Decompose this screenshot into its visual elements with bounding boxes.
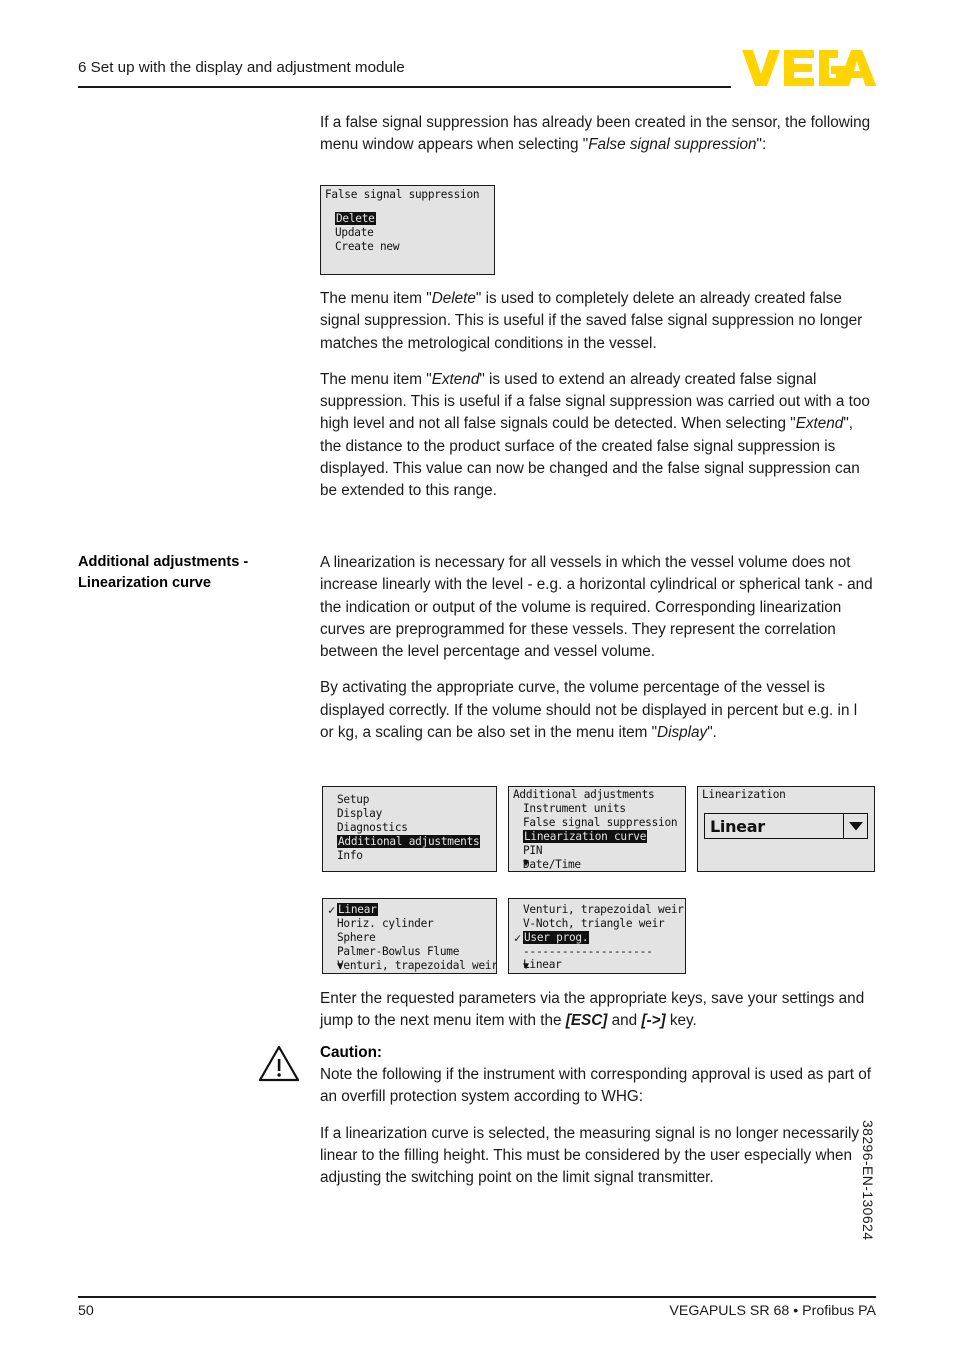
margin-heading-line-1: Additional adjustments - bbox=[78, 554, 249, 570]
paragraph-linearization-warning: If a linearization curve is selected, th… bbox=[320, 1124, 860, 1187]
product-name: VEGAPULS SR 68 • Profibus PA bbox=[669, 1303, 876, 1319]
lcd-menu-item-linearization-curve[interactable]: Linearization curve bbox=[509, 830, 685, 844]
caution-title: Caution: bbox=[320, 1044, 383, 1061]
lcd-menu-item-venturi-trapezoidal-weir[interactable]: Venturi, trapezoidal weir bbox=[323, 959, 496, 973]
paragraph-delete-emphasis: Delete bbox=[431, 290, 476, 307]
paragraph-enter-b: key. bbox=[665, 1012, 697, 1030]
paragraph-scaling-emphasis: Display bbox=[657, 724, 708, 742]
chapter-title: 6 Set up with the display and adjustment… bbox=[78, 59, 405, 76]
margin-heading-line-2: Linearization curve bbox=[78, 574, 212, 591]
document-code: 38296-EN-130624 bbox=[860, 1120, 876, 1241]
paragraph-scaling-a: By activating the appropriate curve, the… bbox=[320, 679, 858, 742]
main-text-column-3: A linearization is necessary for all ves… bbox=[320, 552, 874, 758]
footer-divider bbox=[78, 1296, 876, 1298]
lcd-menu-item-horiz-cylinder[interactable]: Horiz. cylinder bbox=[323, 917, 496, 931]
paragraph-extend-emphasis-1: Extend bbox=[431, 370, 480, 388]
paragraph-enter-parameters: Enter the requested parameters via the a… bbox=[320, 988, 874, 1033]
key-esc-label: [ESC] bbox=[565, 1012, 608, 1030]
main-text-column-2: The menu item "Delete" is used to comple… bbox=[320, 288, 874, 517]
margin-heading: Additional adjustments - Linearization c… bbox=[78, 552, 306, 593]
lcd-menu-item-diagnostics[interactable]: Diagnostics bbox=[323, 821, 496, 835]
lcd-menu-item-false-signal-suppression[interactable]: False signal suppression bbox=[509, 816, 685, 830]
lcd-menu-item-delete[interactable]: Delete bbox=[321, 212, 494, 226]
paragraph-linearization: A linearization is necessary for all ves… bbox=[320, 554, 873, 661]
paragraph-intro: If a false signal suppression has alread… bbox=[320, 112, 874, 157]
lcd-menu-item-label: Additional adjustments bbox=[337, 835, 481, 849]
lcd-menu-item-label: User prog. bbox=[523, 931, 590, 945]
paragraph-scaling-b: ". bbox=[707, 724, 717, 742]
checkmark-icon: ✓ bbox=[328, 903, 335, 917]
lcd-menu-item-setup[interactable]: Setup bbox=[323, 793, 496, 807]
lcd-curve-list-page-1: ✓ Linear Horiz. cylinder Sphere Palmer-Bo… bbox=[322, 898, 497, 974]
paragraph-extend-a: The menu item " bbox=[320, 370, 432, 388]
key-right-arrow-label: [->] bbox=[641, 1012, 666, 1030]
paragraph-extend: The menu item "Extend" is used to extend… bbox=[320, 369, 874, 503]
scroll-down-icon[interactable]: ▼ bbox=[337, 962, 343, 972]
lcd-menu-item-label: Linear bbox=[337, 903, 378, 916]
caution-block: Caution: Note the following if the instr… bbox=[320, 1042, 874, 1203]
lcd-title: False signal suppression bbox=[325, 188, 480, 201]
lcd-menu-item-update[interactable]: Update bbox=[321, 226, 494, 240]
warning-triangle-icon bbox=[258, 1045, 300, 1082]
lcd-spacer bbox=[321, 202, 494, 212]
lcd-separator: -------------------- bbox=[523, 945, 653, 959]
scroll-down-icon[interactable]: ▼ bbox=[523, 962, 529, 972]
lcd-title: Linearization bbox=[702, 788, 786, 801]
paragraph-delete-a: The menu item " bbox=[320, 290, 432, 307]
lcd-menu-item-v-notch-triangle-weir[interactable]: V-Notch, triangle weir bbox=[509, 917, 685, 931]
vega-logo bbox=[742, 50, 877, 86]
lcd-linearization: Linearization Linear bbox=[697, 786, 875, 872]
linearization-dropdown-value: Linear bbox=[710, 816, 765, 836]
lcd-false-signal-suppression: False signal suppression Delete Update C… bbox=[320, 185, 495, 275]
main-text-column: If a false signal suppression has alread… bbox=[320, 112, 874, 171]
lcd-menu-item-sphere[interactable]: Sphere bbox=[323, 931, 496, 945]
header-divider bbox=[78, 86, 731, 88]
lcd-menu-item-linear[interactable]: ✓ Linear bbox=[323, 903, 496, 917]
lcd-menu-item-info[interactable]: Info bbox=[323, 849, 496, 863]
scroll-down-icon[interactable]: ▼ bbox=[523, 859, 529, 869]
paragraph-delete: The menu item "Delete" is used to comple… bbox=[320, 288, 874, 355]
paragraph-whg-note: Note the following if the instrument wit… bbox=[320, 1066, 871, 1106]
lcd-menu-item-create-new[interactable]: Create new bbox=[321, 240, 494, 254]
paragraph-enter-mid: and bbox=[607, 1012, 642, 1030]
lcd-additional-adjustments: Additional adjustments Instrument units … bbox=[508, 786, 686, 872]
lcd-menu-item-user-prog[interactable]: ✓ User prog. bbox=[509, 931, 685, 945]
lcd-title: Additional adjustments bbox=[513, 788, 655, 801]
paragraph-scaling: By activating the appropriate curve, the… bbox=[320, 677, 874, 744]
lcd-menu-item-additional-adjustments[interactable]: Additional adjustments bbox=[323, 835, 496, 849]
chevron-down-icon[interactable] bbox=[843, 814, 867, 838]
lcd-menu-item-venturi-trapezoidal-weir[interactable]: Venturi, trapezoidal weir bbox=[509, 903, 685, 917]
linearization-dropdown[interactable]: Linear bbox=[704, 813, 868, 839]
paragraph-extend-emphasis-2: Extend bbox=[795, 415, 844, 433]
lcd-menu-item-display[interactable]: Display bbox=[323, 807, 496, 821]
paragraph-intro-b: ": bbox=[756, 136, 767, 154]
lcd-menu-item-instrument-units[interactable]: Instrument units bbox=[509, 802, 685, 816]
lcd-curve-list-page-2: Venturi, trapezoidal weir V-Notch, trian… bbox=[508, 898, 686, 974]
checkmark-icon: ✓ bbox=[514, 931, 521, 946]
paragraph-intro-emphasis: False signal suppression bbox=[588, 136, 757, 154]
lcd-menu-item-date-time[interactable]: Date/Time bbox=[509, 858, 685, 871]
lcd-menu-item-pin[interactable]: PIN bbox=[509, 844, 685, 858]
main-text-column-4: Enter the requested parameters via the a… bbox=[320, 988, 874, 1047]
lcd-menu-item-palmer-bowlus-flume[interactable]: Palmer-Bowlus Flume bbox=[323, 945, 496, 959]
lcd-menu-item-label: Linearization curve bbox=[523, 830, 648, 844]
lcd-menu-item-label: Delete bbox=[335, 212, 376, 226]
lcd-main-menu: Setup Display Diagnostics Additional adj… bbox=[322, 786, 497, 872]
lcd-menu-item-linear[interactable]: Linear bbox=[509, 958, 685, 972]
